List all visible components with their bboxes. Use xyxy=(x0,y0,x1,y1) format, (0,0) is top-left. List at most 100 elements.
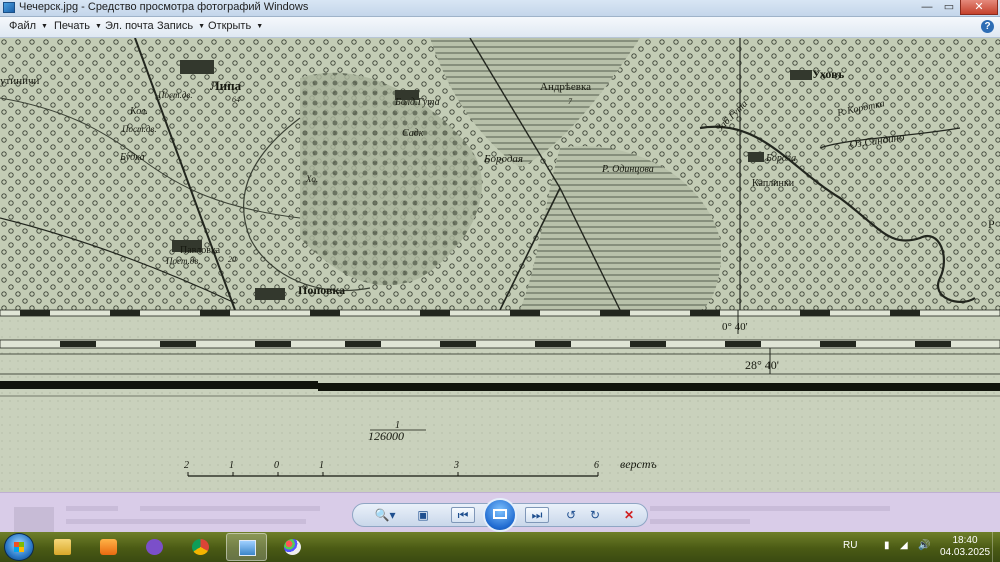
label-pavlovka-num: 20 xyxy=(228,255,236,264)
maximize-icon: ▭ xyxy=(943,1,955,13)
menu-burn[interactable]: Запись ▼ xyxy=(157,20,205,32)
title-bar: Чечерск.jpg - Средство просмотра фотогра… xyxy=(0,0,1000,17)
label-andreevka: Андрѣевка xyxy=(540,81,591,93)
rotate-left-icon: ↺ xyxy=(565,508,577,522)
scale-denominator: 126000 xyxy=(368,429,404,443)
chevron-down-icon: ▼ xyxy=(198,23,206,30)
clock-time: 18:40 xyxy=(952,535,978,546)
menu-email[interactable]: Эл. почта xyxy=(105,20,154,32)
label-budka: Будка xyxy=(119,152,145,163)
details-ghost xyxy=(66,506,118,511)
chevron-down-icon: ▼ xyxy=(41,23,48,30)
start-button[interactable] xyxy=(4,533,34,561)
taskbar: RU ▮ ◢ 🔊 18:40 04.03.2025 xyxy=(0,532,1000,562)
taskbar-explorer[interactable] xyxy=(42,533,83,561)
menu-burn-label: Запись xyxy=(157,20,194,32)
label-xo: Хо. xyxy=(305,174,318,184)
chrome-icon xyxy=(192,539,209,555)
system-clock[interactable]: 18:40 04.03.2025 xyxy=(940,535,990,559)
chevron-down-icon: ▼ xyxy=(95,23,102,30)
taskbar-viber[interactable] xyxy=(134,533,175,561)
taskbar-chrome[interactable] xyxy=(180,533,221,561)
photo-viewer-icon xyxy=(239,540,256,556)
label-post-do-3: Пост.дв. xyxy=(165,256,201,266)
label-post-do-2: Пост.дв. xyxy=(121,124,157,134)
details-ghost xyxy=(66,519,306,524)
scale-tick-label: 0 xyxy=(274,460,279,471)
label-borola: Борола xyxy=(765,153,796,164)
label-popovka: Поповка xyxy=(298,283,345,297)
language-indicator[interactable]: RU xyxy=(843,540,857,551)
details-ghost xyxy=(650,519,750,524)
chevron-down-icon: ▼ xyxy=(256,23,264,30)
taskbar-media-player[interactable] xyxy=(88,533,129,561)
delete-button[interactable]: ✕ xyxy=(619,507,639,523)
label-lipa-num: 64 xyxy=(232,95,240,104)
label-post-do-1: Пост.дв. xyxy=(157,90,193,100)
details-ghost xyxy=(650,506,890,511)
scale-tick-label: 2 xyxy=(184,460,189,471)
close-icon: ✕ xyxy=(974,1,984,13)
folder-icon xyxy=(54,539,71,555)
taskbar-photo-viewer[interactable] xyxy=(226,533,267,561)
label-kapliki: Каплинки xyxy=(752,178,795,189)
label-uhov: Уховъ xyxy=(812,67,844,81)
maximize-button[interactable]: ▭ xyxy=(938,0,960,15)
menu-print[interactable]: Печать ▼ xyxy=(54,20,102,32)
menu-file[interactable]: Файл ▼ xyxy=(9,20,48,32)
scale-unit-label: верстъ xyxy=(620,457,657,471)
label-r-odinka: Р. Одинцова xyxy=(601,164,654,175)
label-sadki: Садк xyxy=(402,128,424,139)
viber-icon xyxy=(146,539,163,555)
label-pavlovka: Павловка xyxy=(180,245,221,256)
taskbar-paint[interactable] xyxy=(272,533,313,561)
volume-icon[interactable]: 🔊 xyxy=(918,540,930,551)
actual-size-button[interactable]: ▣ xyxy=(413,507,433,523)
clock-date: 04.03.2025 xyxy=(940,547,991,558)
scale-tick-label: 1 xyxy=(229,460,234,471)
label-kolm: Кол. xyxy=(129,106,148,117)
next-icon: ⏭ xyxy=(531,508,543,522)
photo-viewer-app-icon xyxy=(3,2,15,13)
viewer-toolbar: 🔍▾ ▣ ⏮ ⏭ ↺ ↻ ✕ xyxy=(0,492,1000,533)
menu-bar: Файл ▼ Печать ▼ Эл. почта Запись ▼ Открыть ▼… xyxy=(0,17,1000,38)
details-ghost xyxy=(140,506,320,511)
coord-top-label: 0° 40' xyxy=(722,321,748,333)
minimize-icon: — xyxy=(921,1,933,13)
window-title: Чечерск.jpg - Средство просмотра фотогра… xyxy=(19,1,309,13)
label-lipa: Липа xyxy=(210,78,242,93)
actual-size-icon: ▣ xyxy=(417,508,429,522)
image-viewport[interactable]: Липа 64 Пост.дв. Кол. Пост.дв. Будка ути… xyxy=(0,38,1000,492)
windows-logo-icon-lower xyxy=(14,547,24,552)
scale-tick-label: 3 xyxy=(453,460,459,471)
label-utinichi: утиничи xyxy=(0,75,39,87)
next-button[interactable]: ⏭ xyxy=(525,507,549,523)
minimize-button[interactable]: — xyxy=(916,0,938,15)
rotate-left-button[interactable]: ↺ xyxy=(561,507,581,523)
network-icon[interactable]: ◢ xyxy=(900,540,908,551)
menu-open[interactable]: Открыть ▼ xyxy=(208,20,263,32)
coord-bottom-label: 28° 40' xyxy=(745,358,779,372)
menu-open-label: Открыть xyxy=(208,20,252,32)
delete-icon: ✕ xyxy=(623,508,635,522)
previous-icon: ⏮ xyxy=(457,508,469,522)
previous-button[interactable]: ⏮ xyxy=(451,507,475,523)
zoom-icon: 🔍▾ xyxy=(374,508,396,522)
help-button[interactable]: ? xyxy=(981,20,994,33)
playback-controls: 🔍▾ ▣ ⏮ ⏭ ↺ ↻ ✕ xyxy=(352,498,648,532)
slideshow-button[interactable] xyxy=(483,498,517,532)
zoom-button[interactable]: 🔍▾ xyxy=(371,507,399,523)
scale-tick-label: 6 xyxy=(594,460,599,471)
close-button[interactable]: ✕ xyxy=(960,0,998,15)
label-r-side: Р xyxy=(988,217,995,231)
rotate-right-icon: ↻ xyxy=(589,508,601,522)
menu-file-label: Файл xyxy=(9,20,37,32)
thumbnail-ghost xyxy=(14,507,54,533)
scale-tick-label: 1 xyxy=(319,460,324,471)
label-bolg-guta: Болд.Гута xyxy=(394,97,440,108)
menu-email-label: Эл. почта xyxy=(105,20,154,32)
media-player-icon xyxy=(100,539,117,555)
show-desktop-button[interactable] xyxy=(992,532,1000,562)
rotate-right-button[interactable]: ↻ xyxy=(585,507,605,523)
battery-icon[interactable]: ▮ xyxy=(884,540,890,551)
